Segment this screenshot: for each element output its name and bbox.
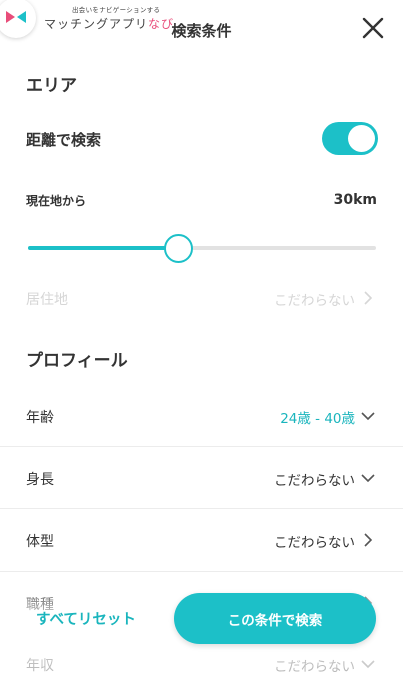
profile-row-value-income[interactable]: こだわらない — [274, 655, 355, 675]
slider-fill — [28, 246, 178, 250]
divider — [0, 446, 403, 447]
search-button[interactable]: この条件で検索 — [174, 593, 376, 644]
divider — [0, 571, 403, 572]
section-title-area: エリア — [26, 76, 77, 96]
divider — [0, 508, 403, 509]
from-current-location-label: 現在地から — [26, 194, 87, 208]
profile-row-value-height[interactable]: こだわらない — [274, 469, 355, 489]
profile-row-label-income: 年収 — [26, 658, 54, 674]
search-button-label: この条件で検索 — [227, 612, 323, 629]
chevron-right-icon — [364, 291, 373, 305]
slider-thumb[interactable] — [163, 234, 193, 263]
page-title: 検索条件 — [171, 22, 232, 40]
distance-search-label: 距離で検索 — [26, 131, 102, 149]
profile-row-label-age: 年齢 — [26, 410, 54, 426]
distance-search-toggle[interactable] — [322, 122, 378, 155]
chevron-down-icon[interactable] — [361, 409, 375, 423]
residence-label: 居住地 — [26, 292, 68, 308]
chevron-down-icon[interactable] — [361, 471, 375, 485]
section-title-profile: プロフィール — [26, 351, 128, 371]
close-icon — [362, 17, 384, 39]
profile-row-label-height: 身長 — [26, 472, 54, 488]
toggle-knob — [348, 125, 375, 152]
distance-slider[interactable] — [28, 234, 376, 263]
profile-row-label-body-type: 体型 — [26, 534, 54, 550]
profile-row-value-age[interactable]: 24歳 - 40歳 — [280, 407, 355, 427]
close-button[interactable] — [361, 16, 385, 40]
chevron-right-icon[interactable] — [361, 533, 375, 547]
header: 出会いをナビゲーションする マッチングアプリなび 検索条件 — [0, 0, 403, 62]
chevron-down-icon[interactable] — [361, 657, 375, 671]
brand-tagline: 出会いをナビゲーションする — [72, 6, 161, 14]
distance-value: 30km — [333, 192, 377, 208]
reset-all-button[interactable]: すべてリセット — [36, 608, 136, 629]
profile-row-value-body-type[interactable]: こだわらない — [274, 531, 355, 551]
residence-value[interactable]: こだわらない — [274, 289, 355, 309]
